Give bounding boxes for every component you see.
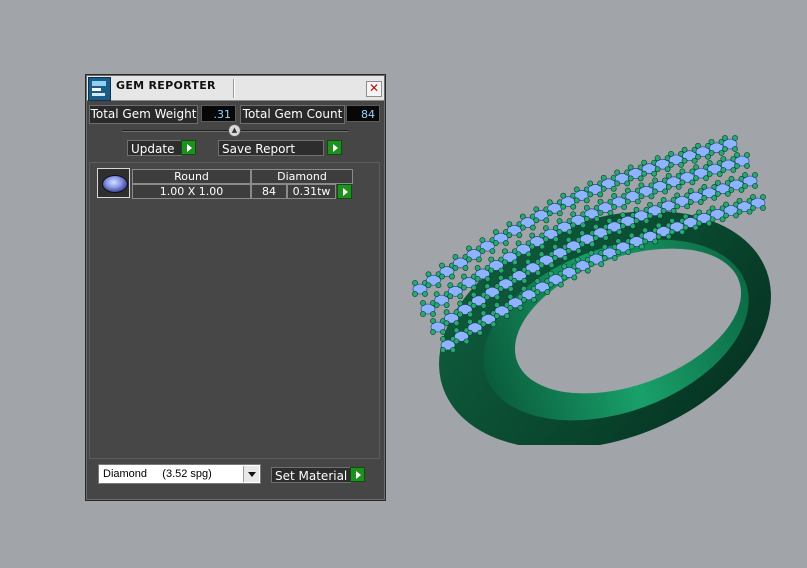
save-report-go-icon[interactable] [327, 140, 342, 155]
title-divider [233, 79, 235, 98]
gem-size-cell: 1.00 X 1.00 [132, 184, 251, 199]
panel-title: GEM REPORTER [116, 79, 216, 92]
round-gem-icon [97, 168, 130, 198]
ring-model-render[interactable] [400, 115, 780, 445]
gem-count-cell: 84 [251, 184, 287, 199]
set-material-button[interactable]: Set Material [271, 467, 351, 483]
update-go-icon[interactable] [181, 140, 196, 155]
gem-reporter-panel: GEM REPORTER ✕ Total Gem Weight .31 Tota… [85, 74, 386, 501]
gem-material-cell: Diamond [251, 169, 353, 184]
total-gem-count-value: 84 [346, 105, 380, 122]
total-gem-weight-value: .31 [201, 105, 236, 122]
collapse-toggle-icon[interactable]: ▲ [228, 124, 241, 137]
gem-reporter-app-icon [88, 77, 111, 101]
material-select[interactable]: Diamond (3.52 spg) [98, 464, 261, 484]
gem-shape-cell: Round [132, 169, 251, 184]
title-bar[interactable]: GEM REPORTER ✕ [87, 76, 384, 101]
material-select-value: Diamond (3.52 spg) [103, 468, 212, 480]
save-report-button[interactable]: Save Report [218, 140, 324, 156]
gem-weight-cell: 0.31tw [287, 184, 336, 199]
select-gem-go-icon[interactable] [337, 184, 352, 199]
chevron-down-icon[interactable] [243, 466, 259, 482]
set-material-go-icon[interactable] [350, 467, 365, 482]
close-icon[interactable]: ✕ [366, 81, 382, 97]
update-button[interactable]: Update [127, 140, 182, 156]
total-gem-weight-label: Total Gem Weight [89, 105, 198, 124]
gem-list[interactable]: Round Diamond 1.00 X 1.00 84 0.31tw [89, 162, 380, 459]
total-gem-count-label: Total Gem Count [240, 105, 345, 124]
